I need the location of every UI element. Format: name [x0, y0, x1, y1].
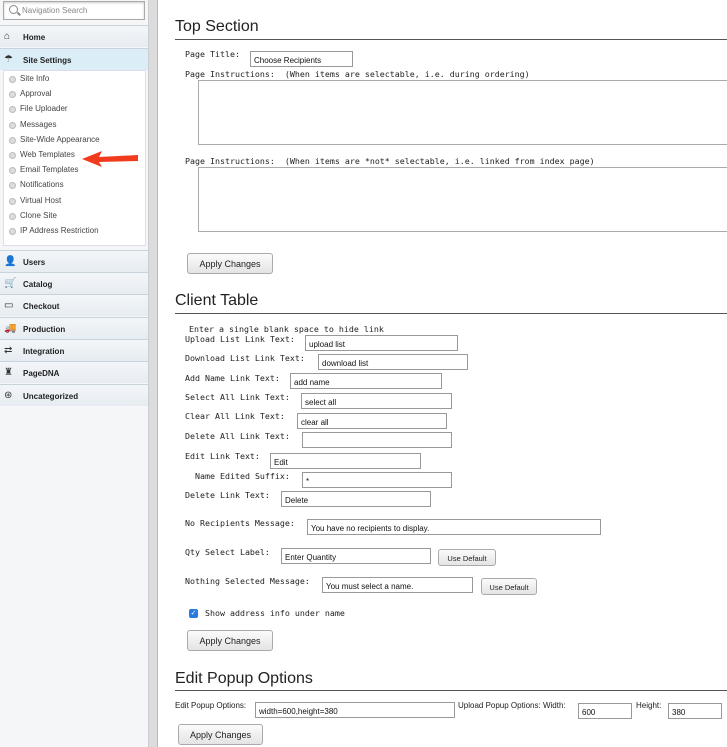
instructions-not-selectable-label: Page Instructions: (When items are *not*… [185, 156, 595, 166]
compass-icon: ⊛ [4, 390, 13, 401]
add-name-input[interactable]: add name [290, 373, 442, 389]
top-apply-changes-button[interactable]: Apply Changes [187, 253, 273, 274]
search-icon [9, 5, 18, 14]
page-title-label: Page Title: [185, 49, 240, 59]
edit-popup-label: Edit Popup Options: [175, 701, 247, 710]
nav-checkout[interactable]: ▭ Checkout [0, 294, 148, 316]
name-edited-suffix-label: Name Edited Suffix: [195, 471, 290, 481]
sub-approval[interactable]: Approval [4, 86, 145, 101]
delete-link-input[interactable]: Delete [281, 491, 431, 507]
truck-icon: 🚚 [4, 323, 17, 334]
edit-link-label: Edit Link Text: [185, 451, 260, 461]
client-table-apply-changes-button[interactable]: Apply Changes [187, 630, 273, 651]
sub-notifications[interactable]: Notifications [4, 177, 145, 192]
qty-use-default-button[interactable]: Use Default [438, 549, 496, 566]
home-icon: ⌂ [4, 31, 11, 42]
credit-card-icon: ▭ [4, 300, 14, 311]
divider [175, 313, 727, 314]
cart-icon: 🛒 [4, 278, 17, 289]
sidebar-divider[interactable] [149, 0, 158, 747]
sidebar: Navigation Search ⌂ Home ☂ Site Settings S… [0, 0, 149, 747]
height-input[interactable]: 380 [668, 703, 722, 719]
instructions-selectable-label: Page Instructions: (When items are selec… [185, 69, 530, 79]
name-edited-suffix-input[interactable]: * [302, 472, 452, 488]
sub-clone-site[interactable]: Clone Site [4, 208, 145, 223]
sub-virtual-host[interactable]: Virtual Host [4, 193, 145, 208]
no-recipients-input[interactable]: You have no recipients to display. [307, 519, 601, 535]
download-list-input[interactable]: download list [318, 354, 468, 370]
show-address-checkbox[interactable]: ✓ [189, 609, 198, 618]
qty-select-input[interactable]: Enter Quantity [281, 548, 431, 564]
nothing-use-default-button[interactable]: Use Default [481, 578, 537, 595]
top-section-heading: Top Section [175, 18, 259, 35]
nav-home[interactable]: ⌂ Home [0, 25, 148, 47]
select-all-input[interactable]: select all [301, 393, 452, 409]
show-address-label: Show address info under name [205, 608, 345, 618]
delete-link-label: Delete Link Text: [185, 490, 270, 500]
client-table-heading: Client Table [175, 292, 259, 309]
no-recipients-label: No Recipients Message: [185, 518, 295, 528]
edit-popup-input[interactable]: width=600,height=380 [255, 702, 455, 718]
user-icon: 👤 [4, 256, 17, 267]
nothing-selected-input[interactable]: You must select a name. [322, 577, 473, 593]
download-list-label: Download List Link Text: [185, 353, 305, 363]
pagedna-icon: ♜ [4, 367, 13, 378]
nothing-selected-label: Nothing Selected Message: [185, 576, 310, 586]
nav-catalog[interactable]: 🛒 Catalog [0, 272, 148, 294]
navigation-search-input[interactable]: Navigation Search [3, 1, 145, 20]
nav-pagedna[interactable]: ♜ PageDNA [0, 361, 148, 383]
sub-messages[interactable]: Messages [4, 117, 145, 132]
upload-width-input[interactable]: 600 [578, 703, 632, 719]
nav-users[interactable]: 👤 Users [0, 250, 148, 272]
instructions-selectable-textarea[interactable] [198, 80, 727, 145]
instructions-not-selectable-textarea[interactable] [198, 167, 727, 232]
edit-popup-heading: Edit Popup Options [175, 670, 313, 687]
height-label: Height: [636, 701, 662, 710]
upload-width-label: Upload Popup Options: Width: [458, 701, 566, 710]
divider [175, 39, 727, 40]
page-title-input[interactable]: Choose Recipients [250, 51, 353, 67]
sub-ip-address-restriction[interactable]: IP Address Restriction [4, 223, 145, 238]
sub-site-wide-appearance[interactable]: Site-Wide Appearance [4, 132, 145, 147]
upload-list-label: Upload List Link Text: [185, 334, 295, 344]
nav-integration[interactable]: ⇄ Integration [0, 339, 148, 361]
nav-production[interactable]: 🚚 Production [0, 317, 148, 339]
qty-select-label: Qty Select Label: [185, 547, 270, 557]
popup-apply-changes-button[interactable]: Apply Changes [178, 724, 263, 745]
add-name-label: Add Name Link Text: [185, 373, 280, 383]
red-arrow-annotation-icon [82, 151, 138, 167]
upload-list-input[interactable]: upload list [305, 335, 458, 351]
nav-uncategorized[interactable]: ⊛ Uncategorized [0, 384, 148, 406]
sync-icon: ⇄ [4, 345, 13, 356]
sub-file-uploader[interactable]: File Uploader [4, 101, 145, 116]
delete-all-label: Delete All Link Text: [185, 431, 290, 441]
nav-site-settings[interactable]: ☂ Site Settings [0, 48, 148, 70]
select-all-label: Select All Link Text: [185, 392, 290, 402]
clear-all-input[interactable]: clear all [297, 413, 447, 429]
umbrella-icon: ☂ [4, 54, 13, 65]
edit-link-input[interactable]: Edit [270, 453, 421, 469]
sub-site-info[interactable]: Site Info [4, 71, 145, 86]
delete-all-input[interactable] [302, 432, 452, 448]
clear-all-label: Clear All Link Text: [185, 411, 285, 421]
hint-text: Enter a single blank space to hide link [189, 324, 384, 334]
divider [175, 690, 727, 691]
